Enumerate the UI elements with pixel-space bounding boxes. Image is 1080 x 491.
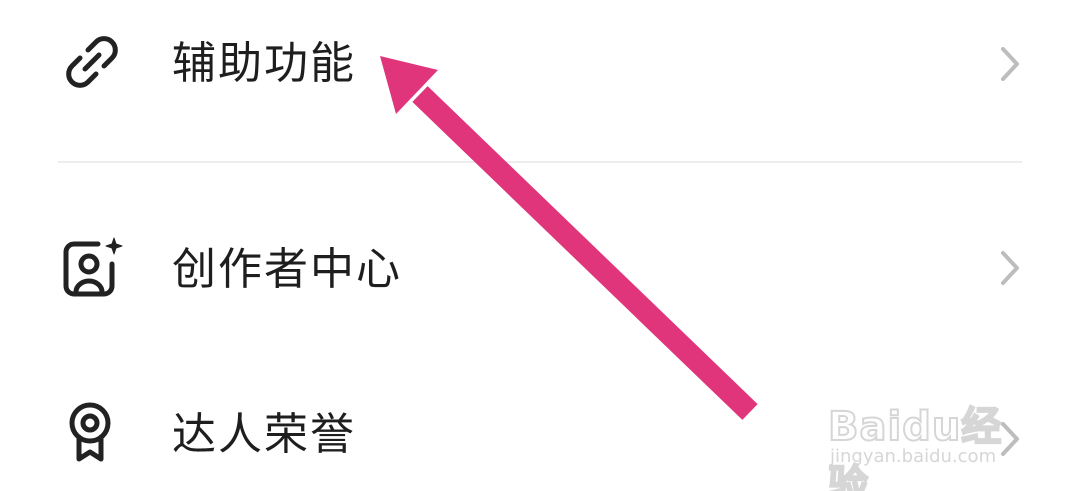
creator-portrait-icon <box>58 234 126 302</box>
divider <box>58 161 1022 163</box>
chevron-right-icon <box>996 44 1024 84</box>
watermark: Baidu经验 jingyan.baidu.com <box>827 376 1028 491</box>
menu-item-creator-center[interactable]: 创作者中心 <box>0 200 1080 330</box>
menu-item-label: 创作者中心 <box>172 244 402 295</box>
settings-screen: 辅助功能 创作者中心 达人荣誉 Baidu经验 jingyan.baidu.co… <box>0 0 1080 491</box>
chevron-right-icon <box>996 248 1024 288</box>
menu-item-label: 达人荣誉 <box>172 409 356 460</box>
watermark-brand: Baidu经验 <box>827 403 1003 491</box>
menu-item-accessibility[interactable]: 辅助功能 <box>0 0 1080 130</box>
link-icon <box>58 28 126 96</box>
menu-item-label: 辅助功能 <box>172 38 356 89</box>
medal-icon <box>58 397 126 465</box>
watermark-url: jingyan.baidu.com <box>830 446 997 467</box>
